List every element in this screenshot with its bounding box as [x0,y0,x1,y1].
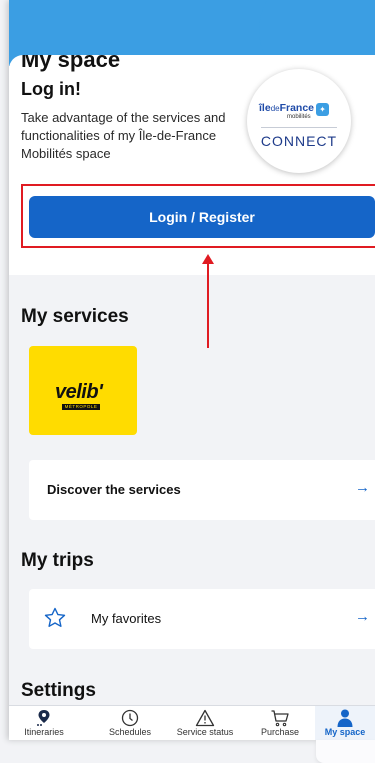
settings-title: Settings [21,680,96,701]
arrow-right-icon: → [355,608,370,625]
page-title-partial: My space [21,55,121,72]
velib-logo-text: velib' [55,381,103,403]
nav-itineraries[interactable]: Itineraries [9,706,79,740]
star-icon [44,607,66,627]
app-screen: My space Log in! Take advantage of the s… [9,0,375,740]
nav-my-space[interactable]: My space [315,706,375,740]
my-services-title: My services [21,306,129,327]
nav-label: Itineraries [24,727,64,737]
discover-services-label: Discover the services [47,482,181,497]
brand-ile-text: île [259,102,271,114]
nav-schedules[interactable]: Schedules [95,706,165,740]
nav-label: My space [324,727,366,737]
warning-icon [195,709,215,727]
background-card-edge [316,740,375,763]
person-icon [337,709,353,727]
connect-text: CONNECT [260,133,338,149]
location-pin-icon [37,710,50,726]
brand-france-text: France [279,102,315,114]
clock-icon [121,709,139,727]
annotation-arrow-shaft [207,262,209,348]
my-trips-title: My trips [21,550,94,571]
cart-icon [271,710,289,727]
favorites-label: My favorites [91,611,162,626]
login-register-button[interactable]: Login / Register [29,196,375,238]
brand-de-text: de [270,104,280,113]
idf-connect-logo: îledeFrance mobilités ✦ CONNECT [247,69,351,173]
nav-label: Purchase [260,727,300,737]
login-description: Take advantage of the services and funct… [21,110,226,161]
arrow-right-icon: → [355,479,370,496]
nav-label: Schedules [108,727,152,737]
nav-purchase[interactable]: Purchase [245,706,315,740]
discover-services-row[interactable]: Discover the services → [29,460,375,520]
nav-label: Service status [176,727,234,737]
bottom-navigation: Itineraries Schedules Service status Pur… [9,705,375,740]
login-title: Log in! [21,79,81,99]
favorites-row[interactable]: My favorites → [29,589,375,649]
idf-logo-icon: ✦ [316,103,329,116]
velib-metropole-label: MÉTROPOLE [62,404,100,410]
nav-service-status[interactable]: Service status [165,706,245,740]
velib-service-tile[interactable]: velib' MÉTROPOLE [29,346,137,435]
brand-mobilites-text: mobilités [287,114,311,120]
badge-divider [261,127,337,128]
